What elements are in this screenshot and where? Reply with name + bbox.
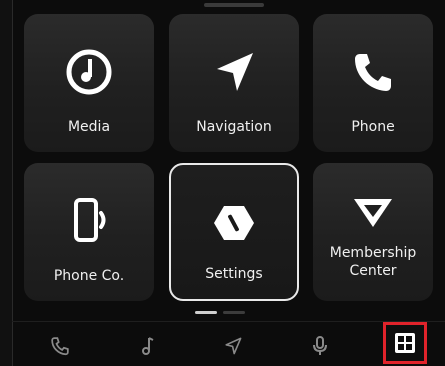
dock-voice-button[interactable]: [306, 332, 334, 360]
page-dot-active: [195, 311, 217, 314]
page-dot: [223, 311, 245, 314]
microphone-icon: [313, 336, 327, 355]
tile-label: Membership Center: [329, 245, 417, 279]
tile-phone[interactable]: Phone: [313, 14, 433, 152]
navigation-icon: [225, 337, 242, 355]
navigation-icon: [204, 42, 264, 102]
settings-icon: [204, 193, 264, 253]
dock-bar: [12, 322, 445, 366]
top-handle[interactable]: [204, 3, 264, 7]
tile-label: Media: [67, 119, 111, 135]
apps-grid-button[interactable]: [383, 322, 427, 364]
tile-phone-connect[interactable]: Phone Co.: [24, 163, 154, 301]
phone-connect-icon: [59, 191, 119, 251]
tile-navigation[interactable]: Navigation: [169, 14, 299, 152]
music-icon: [142, 337, 154, 355]
tile-membership-center[interactable]: Membership Center: [313, 163, 433, 301]
phone-icon: [51, 337, 69, 356]
tile-media[interactable]: Media: [24, 14, 154, 152]
tile-label: Phone: [351, 119, 395, 135]
tile-label: Phone Co.: [53, 268, 125, 284]
dock-navigation-button[interactable]: [219, 332, 247, 360]
tile-label: Settings: [205, 266, 263, 282]
apps-grid-icon: [395, 333, 415, 353]
media-icon: [59, 42, 119, 102]
phone-icon: [343, 42, 403, 102]
page-indicator: [195, 311, 245, 314]
membership-icon: [343, 183, 403, 243]
dock-phone-button[interactable]: [46, 332, 74, 360]
dock-music-button[interactable]: [134, 332, 162, 360]
tile-settings[interactable]: Settings: [169, 163, 299, 301]
tile-label: Navigation: [196, 119, 272, 135]
